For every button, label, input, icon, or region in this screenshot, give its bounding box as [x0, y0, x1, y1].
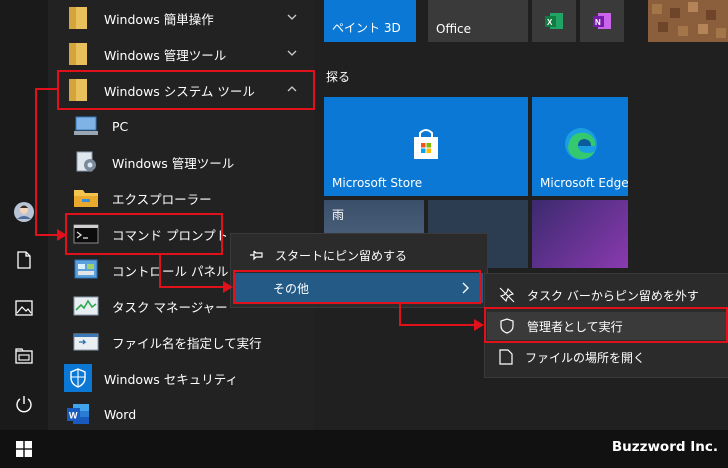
- tile-minecraft[interactable]: [648, 0, 728, 42]
- tile-entertainment[interactable]: [532, 200, 628, 268]
- app-label: コントロール パネル: [112, 263, 229, 279]
- arrow-line: [399, 302, 401, 326]
- app-label: PC: [112, 118, 129, 134]
- app-pc[interactable]: PC: [72, 108, 322, 144]
- weather-label: 雨: [332, 208, 345, 222]
- tile-onenote[interactable]: N: [580, 0, 624, 42]
- app-label: Windows 簡単操作: [104, 11, 214, 27]
- chevron-down-icon[interactable]: [286, 11, 298, 23]
- highlight-command-prompt: [65, 213, 223, 255]
- app-label: タスク マネージャー: [112, 299, 228, 315]
- app-label: Windows 管理ツール: [104, 47, 227, 63]
- highlight-system-tools: [57, 70, 315, 110]
- arrow-line: [159, 253, 161, 288]
- power-icon: [16, 396, 32, 413]
- word-icon: W: [64, 400, 92, 428]
- app-folder-admin-tools[interactable]: Windows 管理ツール: [64, 36, 314, 72]
- pictures-icon: [15, 300, 33, 316]
- store-icon: [414, 129, 438, 159]
- app-file-explorer[interactable]: エクスプローラー: [72, 180, 322, 216]
- tile-office[interactable]: Office: [428, 0, 528, 42]
- folder-icon: [64, 40, 92, 68]
- folder-icon: [64, 4, 92, 32]
- edge-icon: [565, 128, 597, 160]
- file-explorer-icon: [72, 184, 100, 212]
- app-admin-tools[interactable]: Windows 管理ツール: [72, 144, 322, 180]
- power-button[interactable]: [0, 382, 48, 426]
- unpin-icon: [499, 287, 515, 303]
- arrow-head: [223, 281, 233, 293]
- onenote-icon: N: [593, 13, 611, 29]
- chevron-down-icon[interactable]: [286, 47, 298, 59]
- tile-excel[interactable]: X: [532, 0, 576, 42]
- app-windows-security[interactable]: Windows セキュリティ: [64, 360, 314, 396]
- menu-item-label: ファイルの場所を開く: [525, 350, 646, 365]
- arrow-head: [474, 319, 484, 331]
- admin-tools-icon: [72, 148, 100, 176]
- windows-security-icon: [64, 364, 92, 392]
- highlight-more: [233, 270, 481, 304]
- documents-button[interactable]: [0, 238, 48, 282]
- menu-item-label: タスク バーからピン留めを外す: [527, 288, 699, 303]
- minecraft-icon: [648, 0, 728, 42]
- start-button[interactable]: [0, 430, 48, 468]
- pc-icon: [72, 112, 100, 140]
- arrow-line: [35, 234, 59, 236]
- windows-start-icon: [16, 441, 32, 457]
- menu-item-open-file-location[interactable]: ファイルの場所を開く: [485, 344, 728, 370]
- arrow-head: [57, 229, 67, 241]
- tile-label: Microsoft Store: [332, 176, 423, 190]
- arrow-line: [35, 88, 37, 236]
- file-explorer-icon: [15, 348, 33, 364]
- control-panel-icon: [72, 256, 100, 284]
- app-label: Word: [104, 406, 137, 422]
- run-icon: [72, 328, 100, 356]
- tile-microsoft-edge[interactable]: Microsoft Edge: [532, 97, 628, 196]
- tile-label: ペイント 3D: [332, 21, 401, 35]
- tile-paint3d[interactable]: ペイント 3D: [324, 0, 416, 42]
- app-label: Windows セキュリティ: [104, 371, 239, 387]
- app-folder-ease-of-access[interactable]: Windows 簡単操作: [64, 0, 314, 36]
- app-label: エクスプローラー: [112, 191, 212, 207]
- pin-icon: [250, 250, 263, 261]
- tile-label: Microsoft Edge: [540, 176, 628, 190]
- arrow-line: [35, 88, 57, 90]
- app-label: ファイル名を指定して実行: [112, 335, 262, 351]
- watermark: Buzzword Inc.: [611, 439, 718, 455]
- tile-label: Office: [436, 22, 472, 36]
- svg-text:W: W: [69, 411, 78, 421]
- tile-microsoft-store[interactable]: Microsoft Store: [324, 97, 528, 196]
- app-word[interactable]: W Word: [64, 396, 314, 432]
- excel-icon: X: [545, 13, 563, 29]
- svg-text:N: N: [595, 18, 601, 27]
- menu-item-pin-start[interactable]: スタートにピン留めする: [231, 242, 487, 268]
- app-run[interactable]: ファイル名を指定して実行: [72, 324, 322, 360]
- arrow-line: [159, 286, 225, 288]
- task-manager-icon: [72, 292, 100, 320]
- user-avatar-icon: [14, 202, 34, 222]
- open-location-icon: [499, 349, 513, 365]
- menu-item-label: スタートにピン留めする: [275, 248, 408, 263]
- file-explorer-button[interactable]: [0, 334, 48, 378]
- document-icon: [17, 251, 31, 269]
- pictures-button[interactable]: [0, 286, 48, 330]
- menu-item-unpin-taskbar[interactable]: タスク バーからピン留めを外す: [485, 282, 728, 308]
- arrow-line: [399, 324, 476, 326]
- user-avatar[interactable]: [0, 190, 48, 234]
- section-label: 探る: [326, 70, 351, 84]
- app-label: Windows 管理ツール: [112, 155, 235, 171]
- svg-text:X: X: [547, 18, 553, 27]
- highlight-run-as-admin: [484, 307, 728, 343]
